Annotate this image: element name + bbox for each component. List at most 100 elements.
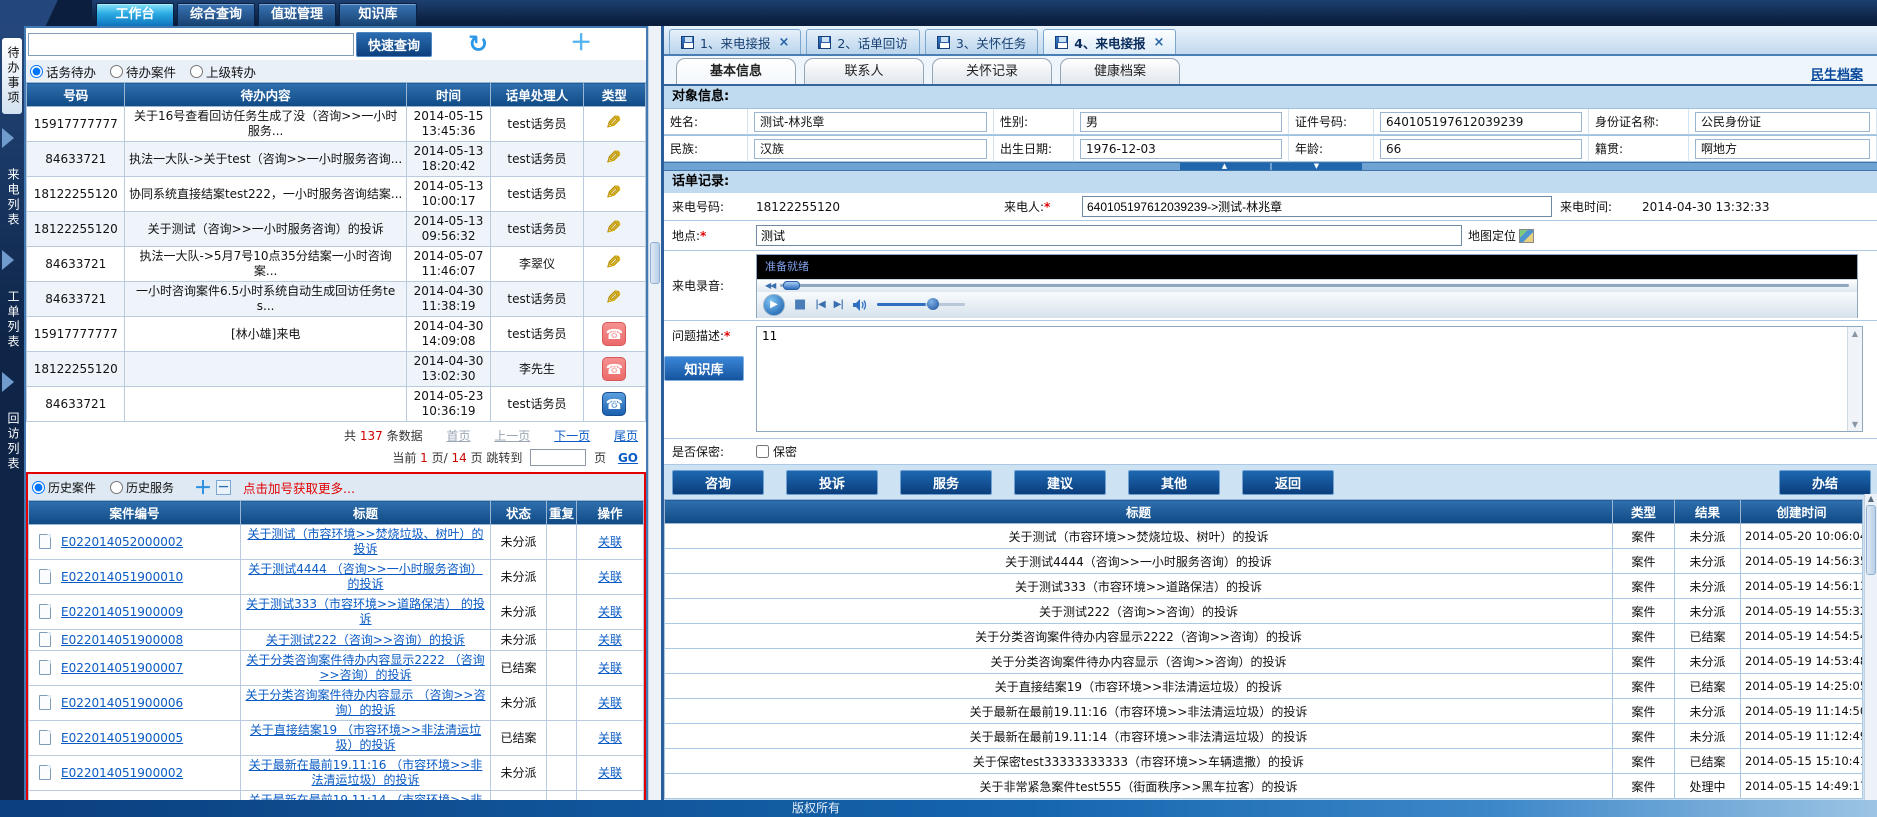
map-locate-icon[interactable] (1519, 229, 1534, 243)
finish-button[interactable]: 办结 (1779, 470, 1871, 495)
last-page-link[interactable]: 尾页 (614, 429, 638, 443)
phone-missed-icon[interactable]: ☎ (602, 322, 626, 346)
left-panel-scrollbar[interactable] (648, 26, 661, 800)
nav-tab-1[interactable]: 工作台 (96, 3, 174, 26)
relate-link[interactable]: 关联 (598, 535, 622, 549)
nav-tab-4[interactable]: 知识库 (339, 3, 417, 26)
map-locate-label[interactable]: 地图定位 (1468, 227, 1516, 244)
minsheng-archive-link[interactable]: 民生档案 (1811, 64, 1863, 83)
prev-icon[interactable]: |◀ (815, 299, 824, 310)
description-textarea[interactable] (757, 327, 1846, 431)
case-title-link[interactable]: 关于测试4444 （咨询>>一小时服务咨询）的投诉 (248, 562, 482, 591)
collapse-less-icon[interactable]: － (216, 480, 231, 495)
volume-thumb[interactable] (927, 298, 939, 310)
first-page-link[interactable]: 首页 (446, 429, 470, 443)
case-title-link[interactable]: 关于测试（市容环境>>焚烧垃圾、树叶）的投诉 (247, 527, 483, 556)
work-tab-2[interactable]: 2、话单回访 (806, 29, 919, 54)
relate-link[interactable]: 关联 (598, 570, 622, 584)
case-title-link[interactable]: 关于分类咨询案件待办内容显示2222 （咨询>>咨询）的投诉 (246, 653, 484, 682)
pencil-icon[interactable]: ✎ (606, 182, 622, 206)
category-button-3[interactable]: 服务 (900, 470, 992, 495)
work-tab-3[interactable]: 3、关怀任务 (925, 29, 1038, 54)
case-title-link[interactable]: 关于直接结案19 （市容环境>>非法清运垃圾）的投诉 (250, 723, 481, 752)
relate-link[interactable]: 关联 (598, 766, 622, 780)
player-seekbar[interactable]: ◀◀ (757, 279, 1857, 292)
relate-link[interactable]: 关联 (598, 731, 622, 745)
close-icon[interactable]: × (1153, 35, 1164, 50)
location-input[interactable] (756, 225, 1462, 246)
volume-track[interactable] (877, 303, 965, 306)
stop-icon[interactable]: ■ (794, 297, 806, 312)
todo-filter-radio-input-3[interactable] (190, 65, 203, 78)
seek-thumb[interactable] (783, 281, 800, 290)
refresh-icon[interactable]: ↻ (468, 33, 488, 55)
history-filter-radio-2[interactable]: 历史服务 (110, 479, 174, 496)
case-id-link[interactable]: E022014051900002 (61, 766, 183, 780)
collapse-down-icon[interactable]: ▼ (1272, 163, 1362, 170)
volume-icon[interactable] (852, 298, 868, 312)
case-title-link[interactable]: 关于最新在最前19.11:14 （市容环境>>非法清运垃圾）的投诉 (249, 793, 483, 800)
play-icon[interactable]: ▶ (763, 294, 785, 316)
history-filter-radio-input-2[interactable] (110, 481, 123, 494)
prev-page-link[interactable]: 上一页 (494, 429, 530, 443)
scrollbar-thumb[interactable] (650, 242, 660, 284)
quick-search-input[interactable] (28, 33, 354, 56)
category-button-1[interactable]: 咨询 (672, 470, 764, 495)
case-title-link[interactable]: 关于测试222（咨询>>咨询）的投诉 (266, 633, 465, 647)
todo-filter-radio-2[interactable]: 待办案件 (110, 62, 176, 81)
info-tab-2[interactable]: 联系人 (804, 58, 924, 84)
textarea-scrollbar[interactable]: ▲ ▼ (1847, 327, 1862, 431)
case-id-link[interactable]: E022014051900009 (61, 605, 183, 619)
relate-link[interactable]: 关联 (598, 633, 622, 647)
sidebar-tab-4[interactable]: 回访列表 (2, 404, 22, 480)
collapse-up-icon[interactable]: ▲ (1180, 163, 1270, 170)
case-id-link[interactable]: E022014051900005 (61, 731, 183, 745)
nav-tab-3[interactable]: 值班管理 (258, 3, 336, 26)
work-tab-4[interactable]: 4、来电接报× (1043, 29, 1176, 54)
todo-filter-radio-3[interactable]: 上级转办 (190, 62, 256, 81)
caller-input[interactable] (1082, 196, 1552, 217)
seek-track[interactable] (780, 284, 1849, 287)
scroll-up-icon[interactable]: ▲ (1868, 494, 1874, 503)
pencil-icon[interactable]: ✎ (606, 217, 622, 241)
case-id-link[interactable]: E022014051900010 (61, 570, 183, 584)
relate-link[interactable]: 关联 (598, 605, 622, 619)
history-filter-radio-1[interactable]: 历史案件 (32, 479, 96, 496)
case-id-link[interactable]: E022014051900008 (61, 633, 183, 647)
pencil-icon[interactable]: ✎ (606, 287, 622, 311)
sidebar-tab-2[interactable]: 来电列表 (2, 160, 22, 236)
add-icon[interactable]: ＋ (570, 33, 592, 55)
expand-more-icon[interactable]: ＋ (194, 474, 212, 500)
category-button-4[interactable]: 建议 (1014, 470, 1106, 495)
info-tab-4[interactable]: 健康档案 (1060, 58, 1180, 84)
phone-icon[interactable]: ☎ (602, 392, 626, 416)
info-tab-3[interactable]: 关怀记录 (932, 58, 1052, 84)
nav-tab-2[interactable]: 综合查询 (177, 3, 255, 26)
next-page-link[interactable]: 下一页 (554, 429, 590, 443)
sidebar-tab-3[interactable]: 工单列表 (2, 282, 22, 358)
knowledge-base-button[interactable]: 知识库 (664, 356, 744, 381)
pencil-icon[interactable]: ✎ (606, 147, 622, 171)
category-button-6[interactable]: 返回 (1242, 470, 1334, 495)
case-title-link[interactable]: 关于分类咨询案件待办内容显示 （咨询>>咨询）的投诉 (246, 688, 486, 717)
scroll-down-icon[interactable]: ▼ (1852, 420, 1858, 429)
info-tab-1[interactable]: 基本信息 (676, 58, 796, 84)
phone-missed-icon[interactable]: ☎ (602, 357, 626, 381)
relate-link[interactable]: 关联 (598, 696, 622, 710)
close-icon[interactable]: × (778, 35, 789, 50)
case-title-link[interactable]: 关于测试333（市容环境>>道路保洁） 的投诉 (246, 597, 485, 626)
secret-checkbox[interactable] (756, 445, 769, 458)
todo-filter-radio-1[interactable]: 话务待办 (30, 62, 96, 81)
scrollbar-thumb[interactable] (1866, 505, 1876, 575)
case-title-link[interactable]: 关于最新在最前19.11:16 （市容环境>>非法清运垃圾）的投诉 (249, 758, 483, 787)
history-filter-radio-input-1[interactable] (32, 481, 45, 494)
case-id-link[interactable]: E022014052000002 (61, 535, 183, 549)
go-link[interactable]: GO (618, 451, 638, 465)
page-jump-input[interactable] (530, 449, 586, 466)
case-id-link[interactable]: E022014051900006 (61, 696, 183, 710)
todo-filter-radio-input-1[interactable] (30, 65, 43, 78)
category-button-5[interactable]: 其他 (1128, 470, 1220, 495)
quick-search-button[interactable]: 快速查询 (356, 32, 432, 57)
sidebar-tab-1[interactable]: 待办事项 (2, 38, 22, 114)
next-icon[interactable]: ▶| (834, 299, 843, 310)
